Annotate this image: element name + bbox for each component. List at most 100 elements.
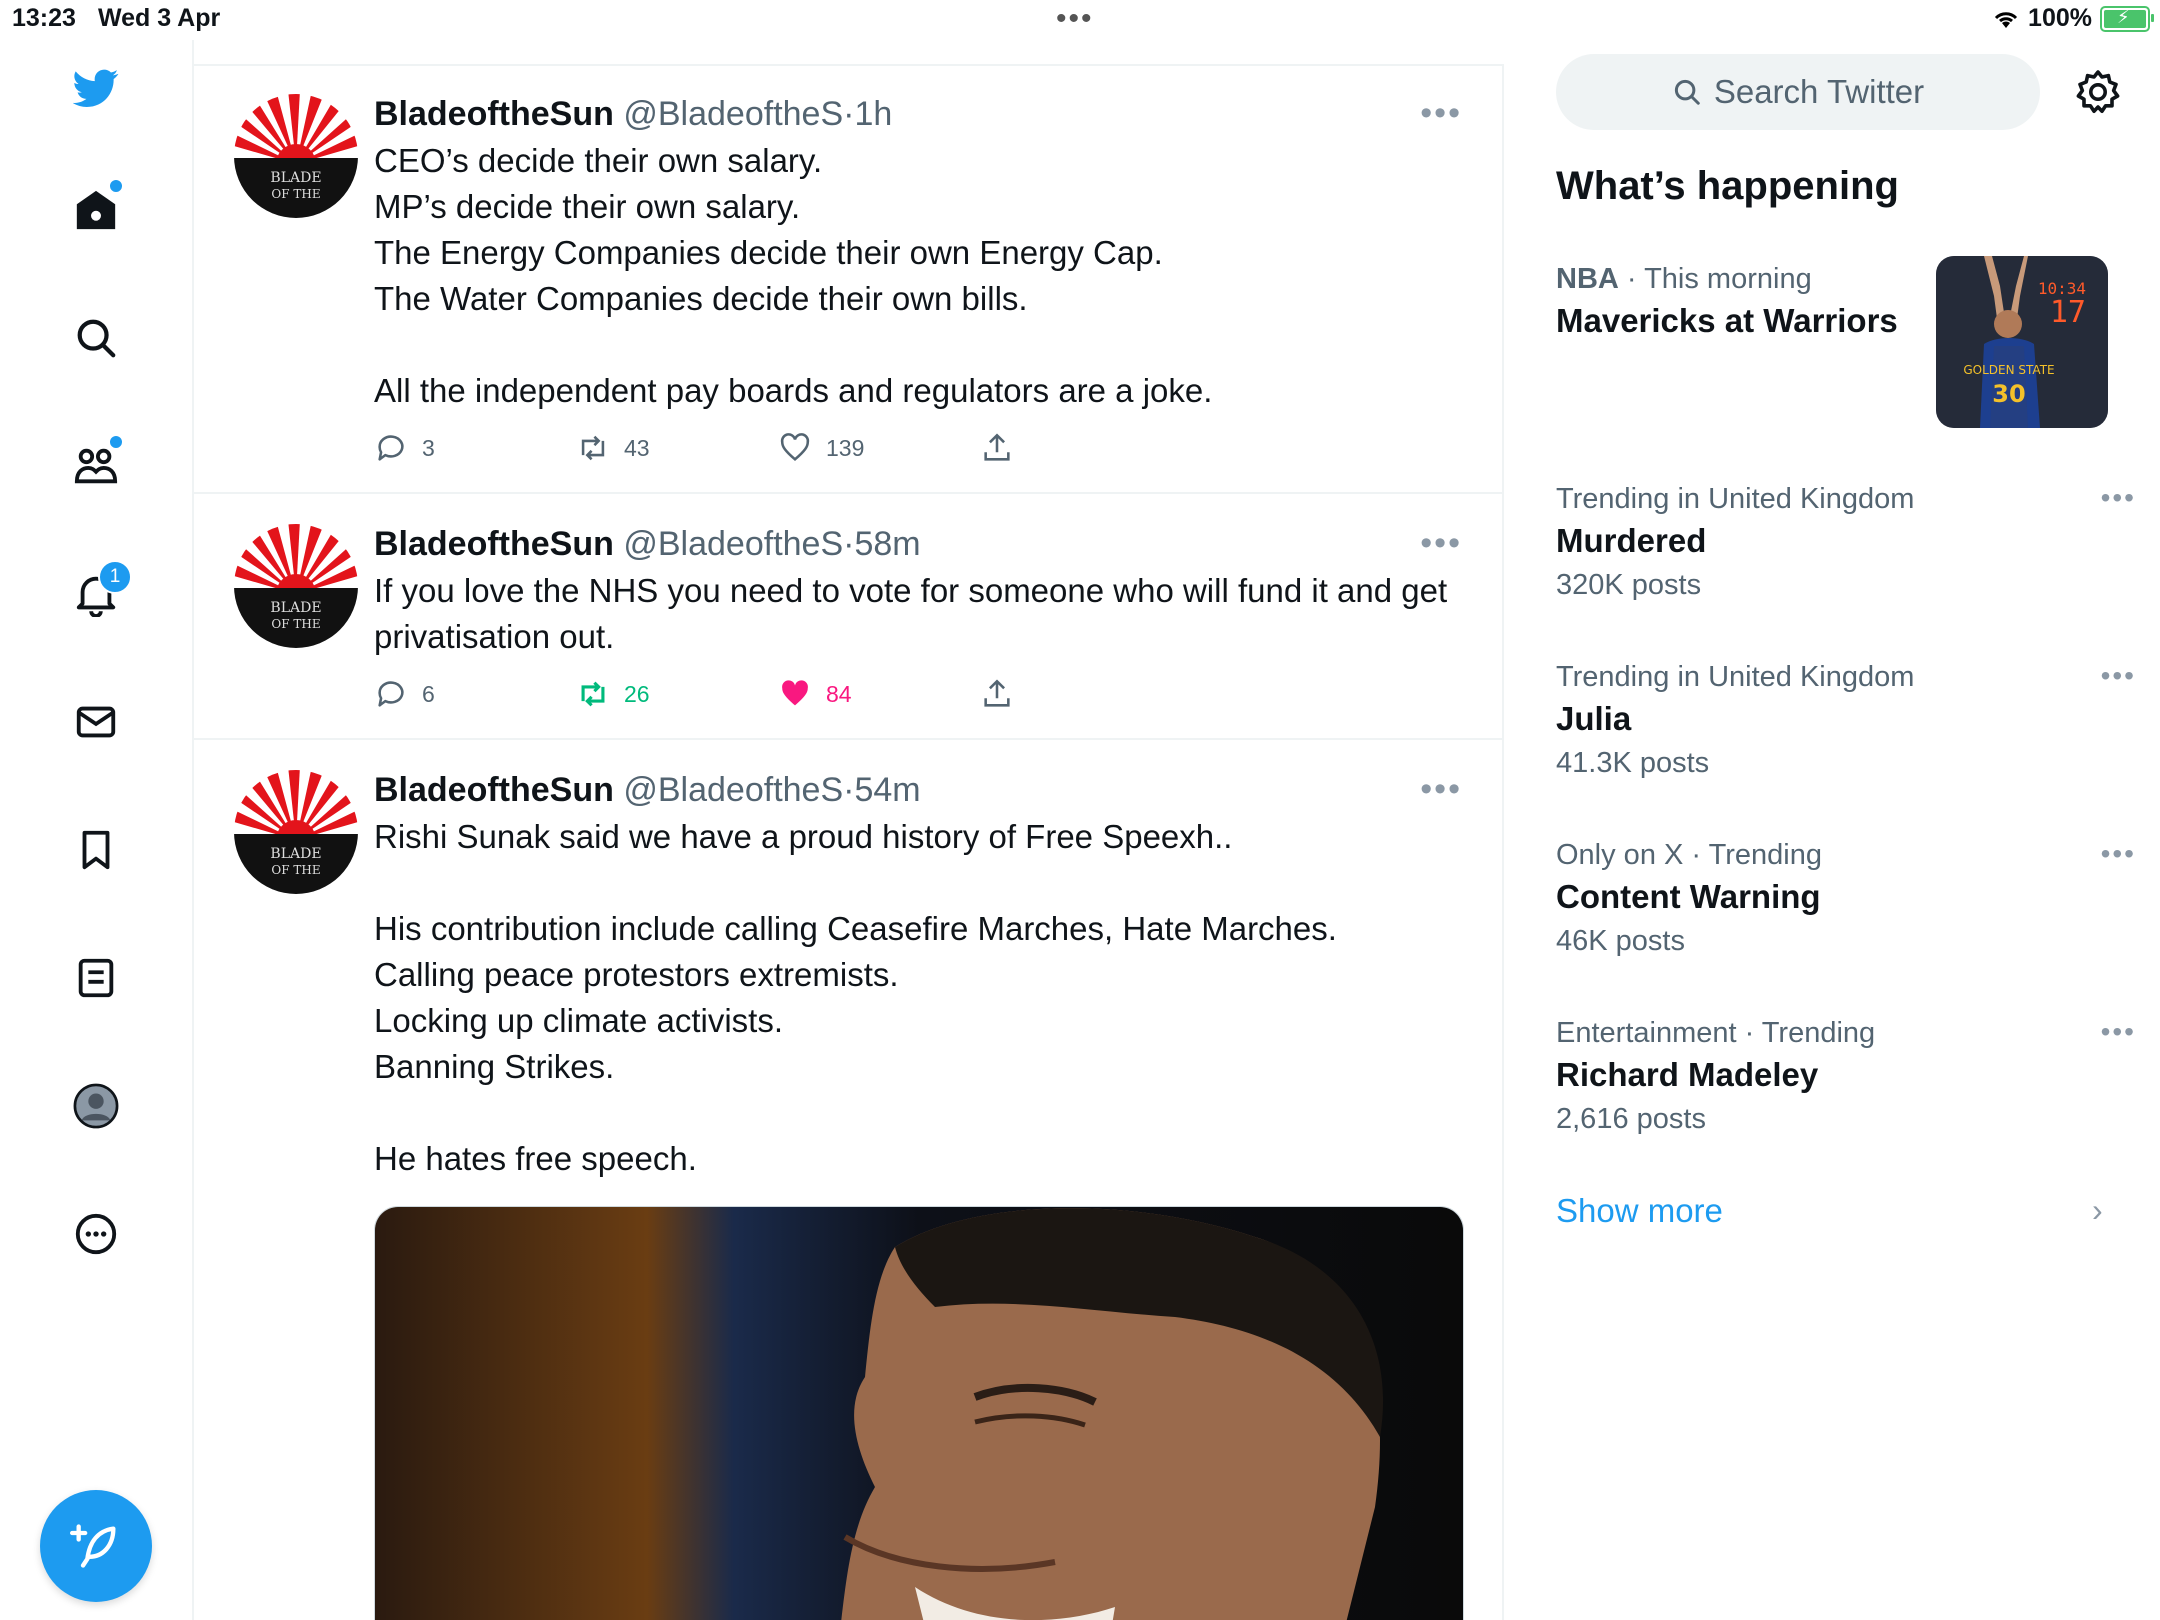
profile-avatar-icon[interactable] [68,1078,124,1134]
tweet[interactable]: BLADE OF THE BladeoftheSun @BladeoftheS·… [194,64,1502,494]
left-navigation: 1 [0,40,194,1620]
share-icon [984,433,1010,461]
svg-text:BLADE: BLADE [270,846,321,862]
right-sidebar: Search Twitter What’s happening NBA · Th… [1504,40,2160,1620]
tweet-text: If you love the NHS you need to vote for… [374,572,1448,655]
tweet-separator: · [843,771,855,809]
tweet-author-handle[interactable]: @BladeoftheS [623,771,843,809]
tweet[interactable]: BLADE OF THE BladeoftheSun @BladeoftheS·… [194,494,1502,740]
retweet-icon [581,681,605,707]
tweet-header: BladeoftheSun @BladeoftheS·58m [374,522,1462,566]
twitter-logo-icon[interactable] [68,60,124,116]
tweet-timestamp[interactable]: 1h [854,95,892,133]
like-count: 84 [826,680,852,707]
trend-when: This morning [1644,263,1812,295]
svg-text:OF THE: OF THE [271,617,320,631]
retweet-count: 26 [624,680,650,707]
like-button[interactable]: 84 [778,677,980,711]
tweet[interactable]: BLADE OF THE BladeoftheSun @BladeoftheS·… [194,740,1502,1620]
tweet-media-image[interactable] [374,1206,1464,1620]
tweet-separator: · [843,95,855,133]
battery-percent: 100% [2028,4,2092,32]
svg-text:GOLDEN STATE: GOLDEN STATE [1963,363,2054,377]
timeline[interactable]: BLADE OF THE BladeoftheSun @BladeoftheS·… [194,64,1504,1620]
trend-more-icon[interactable]: ••• [2101,482,2136,514]
status-time: 13:23 [12,4,76,32]
trend-name: Richard Madeley [1556,1056,1819,1093]
trend-more-icon[interactable]: ••• [2101,660,2136,692]
trend-meta: Entertainment · Trending [1556,1017,1876,1049]
search-icon[interactable] [68,310,124,366]
retweet-button[interactable]: 26 [576,677,778,711]
tweet-header: BladeoftheSun @BladeoftheS·54m [374,768,1462,812]
bookmark-icon[interactable] [68,822,124,878]
compose-tweet-button[interactable] [40,1490,152,1602]
retweet-count: 43 [624,434,650,461]
communities-icon[interactable] [68,434,124,494]
svg-text:17: 17 [2050,295,2086,330]
heart-filled-icon [782,680,808,706]
tweet-author-name[interactable]: BladeoftheSun [374,525,614,563]
like-button[interactable]: 139 [778,431,980,465]
tweet-more-icon[interactable]: ••• [1420,524,1462,563]
trend-name: Murdered [1556,522,1707,559]
trend-post-count: 320K posts [1556,569,1702,601]
status-indicators: 100% ⚡ [1992,4,2154,33]
tweet-author-handle[interactable]: @BladeoftheS [623,95,843,133]
tweet-text: CEO’s decide their own salary. MP’s deci… [374,142,1213,409]
reply-button[interactable]: 6 [374,677,576,711]
svg-text:BLADE: BLADE [270,600,321,616]
tweet-more-icon[interactable]: ••• [1420,770,1462,809]
notifications-bell-icon[interactable]: 1 [68,560,132,622]
reply-count: 3 [422,434,435,461]
trend-more-icon[interactable]: ••• [2101,1016,2136,1048]
tweet-actions: 6 26 84 [374,674,1462,714]
tweet-timestamp[interactable]: 58m [854,525,920,563]
tweet-author-avatar[interactable]: BLADE OF THE [234,524,358,648]
trend-item[interactable]: Trending in United Kingdom Julia 41.3K p… [1556,658,2134,784]
trend-separator: · [1618,263,1645,295]
messages-envelope-icon[interactable] [68,694,124,750]
compose-feather-icon [70,1524,116,1568]
trend-meta: Only on X · Trending [1556,839,1822,871]
trend-post-count: 2,616 posts [1556,1103,1706,1135]
search-input[interactable]: Search Twitter [1556,54,2040,130]
trend-name: Content Warning [1556,878,1821,915]
trend-item[interactable]: Entertainment · Trending Richard Madeley… [1556,1014,2134,1140]
home-new-dot [108,178,124,194]
svg-text:OF THE: OF THE [271,863,320,877]
svg-text:30: 30 [1992,380,2025,408]
share-button[interactable] [980,677,1182,711]
search-placeholder: Search Twitter [1713,73,1925,110]
tweet-separator: · [843,525,855,563]
lists-icon[interactable] [68,950,124,1006]
trend-meta: Trending in United Kingdom [1556,483,1915,515]
trend-thumbnail-image: 10:34 17 GOLDEN STATE 30 [1936,256,2108,428]
trend-meta: Trending in United Kingdom [1556,661,1915,693]
more-options-icon[interactable] [68,1206,124,1262]
tweet-text: Rishi Sunak said we have a proud history… [374,818,1337,1177]
reply-icon [378,435,404,461]
tweet-author-avatar[interactable]: BLADE OF THE [234,94,358,218]
trend-post-count: 41.3K posts [1556,747,1710,779]
trend-item[interactable]: Only on X · Trending Content Warning 46K… [1556,836,2134,962]
retweet-button[interactable]: 43 [576,431,778,465]
reply-button[interactable]: 3 [374,431,576,465]
tweet-author-name[interactable]: BladeoftheSun [374,771,614,809]
trend-more-icon[interactable]: ••• [2101,838,2136,870]
trend-name: Julia [1556,700,1632,737]
tweet-author-handle[interactable]: @BladeoftheS [623,525,843,563]
reply-count: 6 [422,680,435,707]
tweet-more-icon[interactable]: ••• [1420,94,1462,133]
trend-item[interactable]: Trending in United Kingdom Murdered 320K… [1556,480,2134,606]
home-icon[interactable] [68,178,124,238]
tweet-author-avatar[interactable]: BLADE OF THE [234,770,358,894]
retweet-icon [581,435,605,461]
share-button[interactable] [980,431,1182,465]
share-icon [984,679,1010,707]
featured-trend[interactable]: NBA · This morning Mavericks at Warriors… [1556,256,2116,428]
show-more-link[interactable]: Show more [1556,1192,1723,1230]
settings-gear-icon[interactable] [2074,68,2122,116]
tweet-author-name[interactable]: BladeoftheSun [374,95,614,133]
tweet-timestamp[interactable]: 54m [854,771,920,809]
